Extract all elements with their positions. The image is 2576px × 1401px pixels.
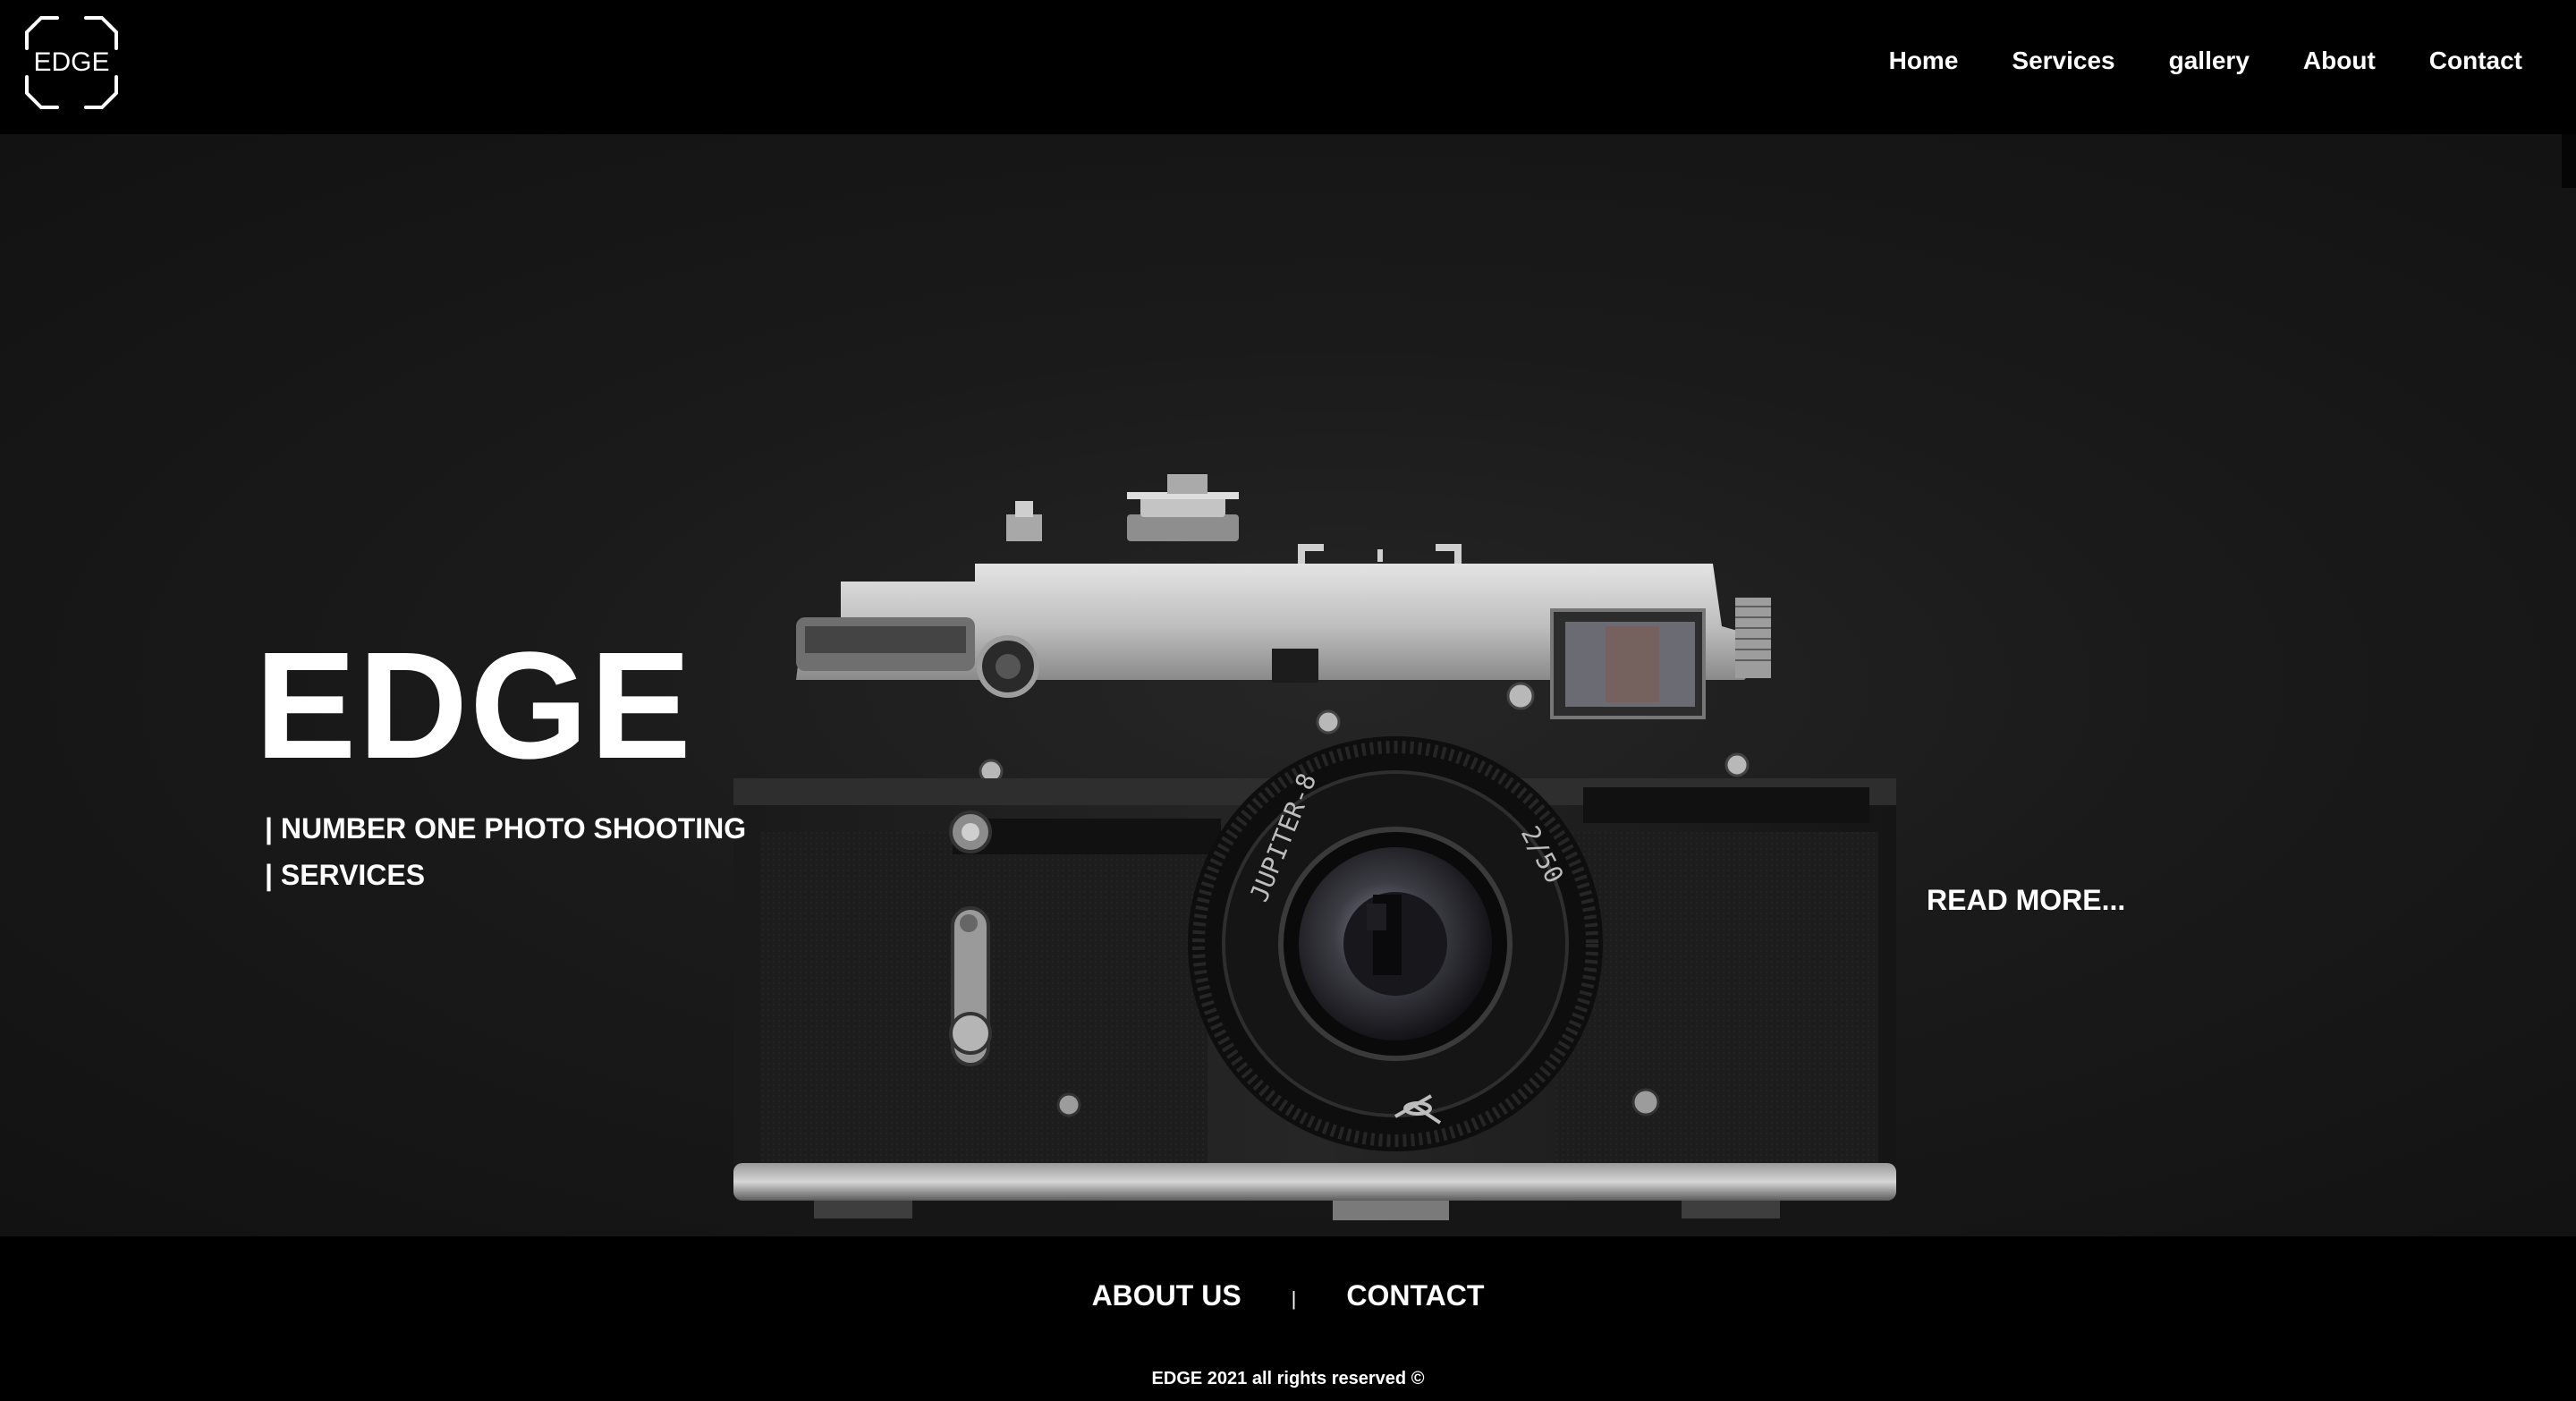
copyright-text: EDGE 2021 all rights reserved © [1151, 1369, 1425, 1388]
camera-photo: JUPITER-8 2/50 [733, 474, 1896, 1220]
nav-about[interactable]: About [2303, 39, 2376, 82]
tagline-line-2: | SERVICES [265, 859, 426, 891]
hero-section: JUPITER-8 2/50 EDGE | NUMBER ONE PHOTO S… [0, 134, 2576, 1236]
hero-tagline: | NUMBER ONE PHOTO SHOOTING | SERVICES [265, 805, 748, 898]
tagline-line-1: | NUMBER ONE PHOTO SHOOTING [265, 812, 747, 845]
main-nav: Home Services gallery About Contact [1889, 39, 2522, 82]
nav-gallery[interactable]: gallery [2169, 39, 2250, 82]
scrollbar-thumb[interactable] [2562, 134, 2576, 188]
footer-about-link[interactable]: ABOUT US [1092, 1272, 1241, 1319]
hero-title: EDGE [255, 620, 693, 791]
navbar: EDGE Home Services gallery About Contact [0, 0, 2576, 134]
nav-contact[interactable]: Contact [2429, 39, 2522, 82]
nav-services[interactable]: Services [2012, 39, 2114, 82]
logo[interactable]: EDGE [25, 16, 118, 109]
footer-links: ABOUT US | CONTACT [0, 1272, 2576, 1319]
footer-separator: | [1291, 1287, 1297, 1310]
footer-contact-link[interactable]: CONTACT [1346, 1272, 1484, 1319]
footer: ABOUT US | CONTACT EDGE 2021 all rights … [0, 1236, 2576, 1401]
read-more-link[interactable]: READ MORE... [1927, 877, 2125, 923]
nav-home[interactable]: Home [1889, 39, 1959, 82]
logo-text: EDGE [33, 47, 110, 77]
